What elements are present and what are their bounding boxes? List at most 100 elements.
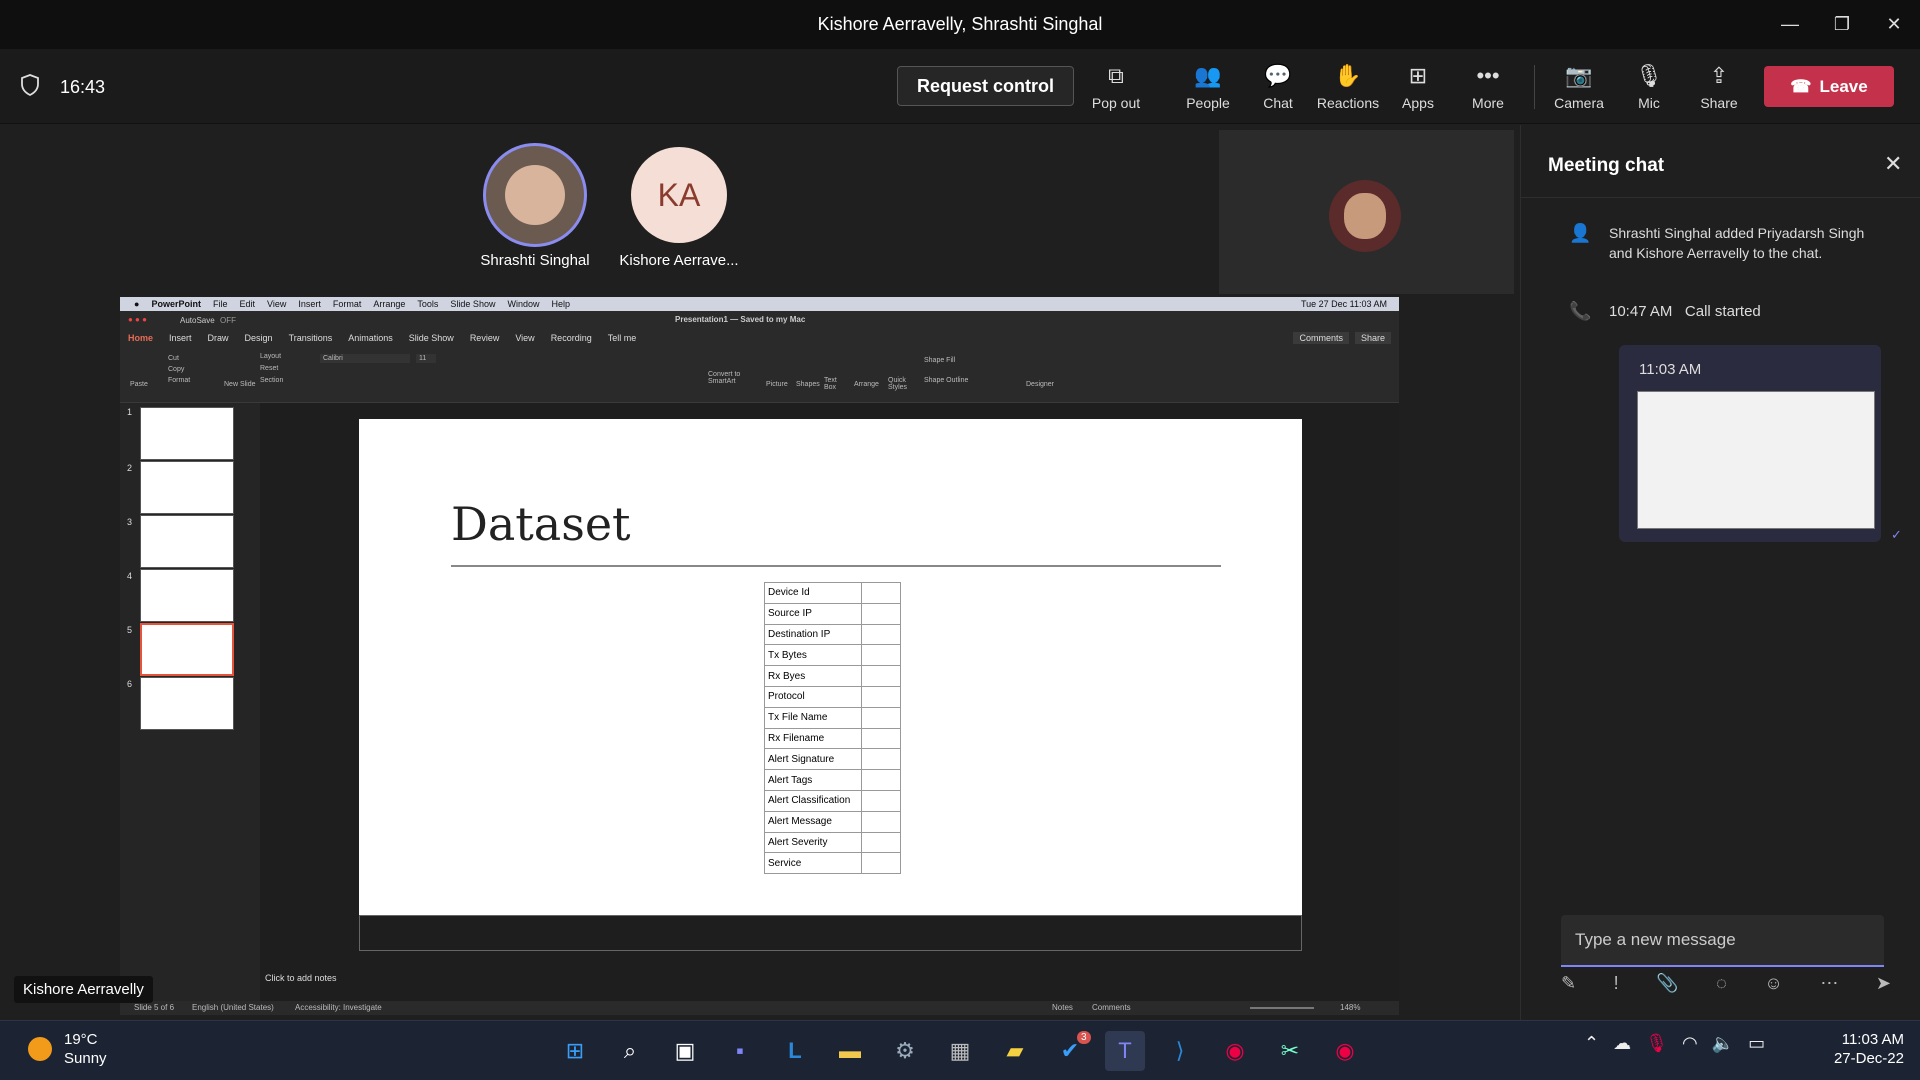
notes-placeholder[interactable]: Click to add notes [265, 973, 337, 983]
l-app-icon[interactable]: L [775, 1031, 815, 1071]
settings-icon[interactable]: ⚙ [885, 1031, 925, 1071]
wifi-icon[interactable]: ◠ [1682, 1033, 1698, 1054]
layout-button[interactable]: Layout [260, 353, 281, 360]
arrange-button[interactable]: Arrange [854, 381, 879, 388]
reset-button[interactable]: Reset [260, 365, 278, 372]
sticky-notes-icon[interactable]: ▰ [995, 1031, 1035, 1071]
new-slide-button[interactable]: New Slide [224, 381, 256, 388]
slide-thumbnail[interactable] [140, 569, 234, 622]
font-size-select[interactable]: 11 [416, 354, 436, 363]
battery-icon[interactable]: ▭ [1748, 1033, 1765, 1054]
restore-icon[interactable]: ❐ [1816, 0, 1868, 49]
slide-thumbnail[interactable] [140, 677, 234, 730]
calculator-icon[interactable]: ▦ [940, 1031, 980, 1071]
slide-title[interactable]: Dataset [451, 497, 631, 551]
task-view-icon[interactable]: ▣ [665, 1031, 705, 1071]
tab-home[interactable]: Home [128, 333, 153, 343]
notes-toggle[interactable]: Notes [1052, 1003, 1073, 1012]
participant-avatar-kishore[interactable]: KA [631, 147, 727, 243]
tab-animations[interactable]: Animations [348, 333, 393, 343]
paste-button[interactable]: Paste [130, 381, 148, 388]
slide-thumbnail[interactable] [140, 515, 234, 568]
leave-button[interactable]: ☎ Leave [1764, 66, 1894, 107]
comments-button[interactable]: Comments [1293, 332, 1349, 344]
close-icon[interactable]: ✕ [1868, 0, 1920, 49]
language-status[interactable]: English (United States) [192, 1003, 274, 1012]
autosave-toggle[interactable]: OFF [220, 316, 236, 325]
tab-slideshow[interactable]: Slide Show [409, 333, 454, 343]
slide-thumbnail[interactable] [140, 407, 234, 460]
dataset-table[interactable]: Device Id Source IP Destination IP Tx By… [764, 582, 901, 875]
mic-in-use-icon[interactable]: 🎙 [1645, 1033, 1668, 1054]
section-button[interactable]: Section [260, 377, 283, 384]
windows-start-icon[interactable]: ⊞ [555, 1031, 595, 1071]
format-painter-button[interactable]: Format [168, 377, 190, 384]
chevron-up-icon[interactable]: ⌃ [1584, 1033, 1599, 1054]
tab-draw[interactable]: Draw [208, 333, 229, 343]
share-button[interactable]: ⇪ Share [1684, 61, 1754, 121]
picture-button[interactable]: Picture [766, 381, 788, 388]
zoom-slider[interactable] [1250, 1007, 1314, 1009]
minimize-icon[interactable]: — [1764, 0, 1816, 49]
file-explorer-icon[interactable]: ▬ [830, 1031, 870, 1071]
quick-styles-button[interactable]: Quick Styles [888, 377, 916, 391]
tab-view[interactable]: View [515, 333, 534, 343]
cut-button[interactable]: Cut [168, 355, 179, 362]
chrome-icon[interactable]: ◉ [1215, 1031, 1255, 1071]
convert-smartart-button[interactable]: Convert to SmartArt [708, 371, 748, 385]
tab-review[interactable]: Review [470, 333, 500, 343]
shapes-button[interactable]: Shapes [796, 381, 820, 388]
search-icon[interactable]: ⌕ [610, 1031, 650, 1071]
volume-icon[interactable]: 🔈 [1712, 1033, 1734, 1054]
teams-icon[interactable]: T [1105, 1031, 1145, 1071]
slide-canvas[interactable]: Dataset Device Id Source IP Destination … [359, 419, 1302, 915]
tab-insert[interactable]: Insert [169, 333, 192, 343]
slide-thumbnail-selected[interactable] [140, 623, 234, 676]
snipping-tool-icon[interactable]: ✂ [1270, 1031, 1310, 1071]
popout-button[interactable]: ⧉ Pop out [1081, 61, 1151, 121]
people-button[interactable]: 👥 People [1173, 61, 1243, 121]
weather-widget[interactable]: 19°C Sunny [64, 1030, 107, 1068]
participant-avatar-shrashti[interactable] [483, 143, 587, 247]
chrome-profile-icon[interactable]: ◉ [1325, 1031, 1365, 1071]
send-icon[interactable]: ➤ [1876, 973, 1891, 994]
teams-chat-icon[interactable]: ▪ [720, 1031, 760, 1071]
tab-recording[interactable]: Recording [551, 333, 592, 343]
request-control-button[interactable]: Request control [897, 66, 1074, 106]
self-video-tile[interactable] [1219, 130, 1514, 294]
apps-button[interactable]: ⊞ Apps [1383, 61, 1453, 121]
mic-button[interactable]: 🎙 Mic [1614, 61, 1684, 121]
emoji-icon[interactable]: ☺ [1764, 973, 1782, 994]
close-icon[interactable]: ✕ [1884, 151, 1902, 177]
loop-icon[interactable]: ◌ [1716, 973, 1727, 994]
ppt-share-button[interactable]: Share [1354, 332, 1391, 344]
format-icon[interactable]: ✎ [1561, 973, 1576, 994]
system-clock[interactable]: 11:03 AM 27-Dec-22 [1794, 1030, 1904, 1068]
reactions-button[interactable]: ✋ Reactions [1313, 61, 1383, 121]
slide-thumbnail[interactable] [140, 461, 234, 514]
copy-button[interactable]: Copy [168, 366, 184, 373]
font-select[interactable]: Calibri [320, 354, 410, 363]
chat-message-bubble[interactable]: 11:03 AM [1619, 345, 1881, 542]
shape-fill-button[interactable]: Shape Fill [924, 357, 955, 364]
onedrive-icon[interactable]: ☁ [1613, 1033, 1631, 1054]
camera-button[interactable]: 📷 Camera [1544, 61, 1614, 121]
shared-screen[interactable]: ● PowerPoint File Edit View Insert Forma… [120, 297, 1399, 1015]
attach-icon[interactable]: 📎 [1656, 973, 1678, 994]
chat-button[interactable]: 💬 Chat [1243, 61, 1313, 121]
tab-transitions[interactable]: Transitions [289, 333, 333, 343]
comments-toggle[interactable]: Comments [1092, 1003, 1131, 1012]
accessibility-status[interactable]: Accessibility: Investigate [295, 1003, 382, 1012]
screenshot-attachment[interactable] [1637, 391, 1875, 529]
priority-icon[interactable]: ! [1614, 973, 1619, 994]
more-options-icon[interactable]: ⋯ [1820, 973, 1838, 994]
more-button[interactable]: ••• More [1453, 61, 1523, 121]
tab-tell-me[interactable]: Tell me [608, 333, 637, 343]
tab-design[interactable]: Design [245, 333, 273, 343]
compose-message-input[interactable]: Type a new message [1561, 915, 1884, 967]
zoom-level[interactable]: 148% [1340, 1003, 1360, 1012]
designer-button[interactable]: Designer [1026, 381, 1054, 388]
textbox-button[interactable]: Text Box [824, 377, 846, 391]
shape-outline-button[interactable]: Shape Outline [924, 377, 968, 384]
vscode-icon[interactable]: ⟩ [1160, 1031, 1200, 1071]
